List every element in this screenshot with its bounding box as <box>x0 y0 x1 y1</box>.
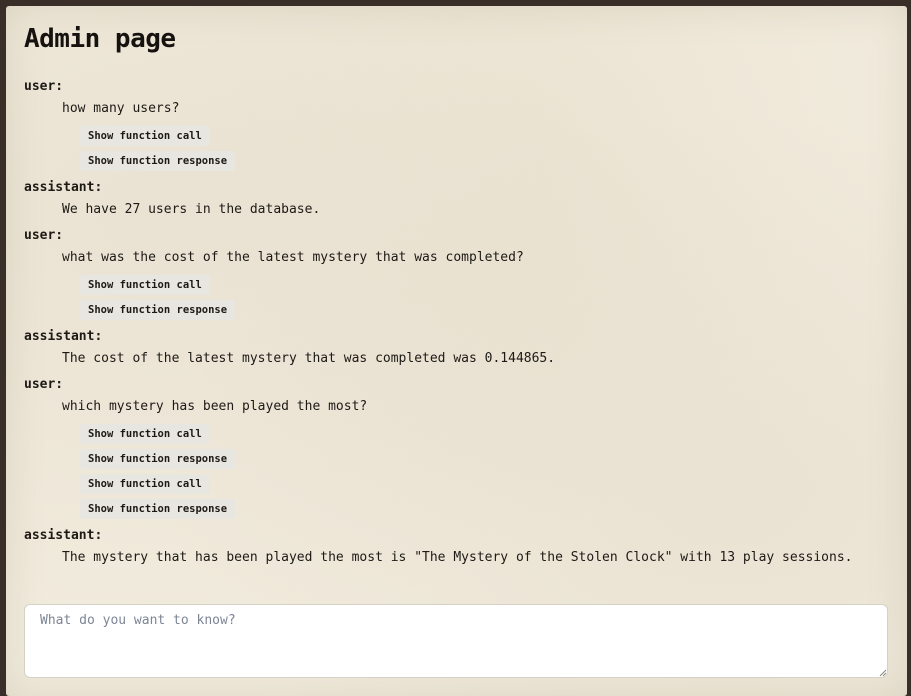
message-assistant: assistant: The mystery that has been pla… <box>24 525 884 573</box>
message-text: which mystery has been played the most? <box>62 399 368 414</box>
conversation-log: user: how many users? Show function call… <box>24 76 884 573</box>
show-function-call-button[interactable]: Show function call <box>80 474 210 494</box>
message-text: what was the cost of the latest mystery … <box>62 250 524 265</box>
message-role: user: <box>24 228 64 243</box>
show-function-call-button[interactable]: Show function call <box>80 424 210 444</box>
message-role: assistant: <box>24 180 103 195</box>
show-function-response-button[interactable]: Show function response <box>80 499 236 519</box>
page-title: Admin page <box>24 24 176 54</box>
show-function-response-button[interactable]: Show function response <box>80 151 236 171</box>
message-role: assistant: <box>24 329 103 344</box>
show-function-call-button[interactable]: Show function call <box>80 275 210 295</box>
message-assistant: assistant: The cost of the latest myster… <box>24 326 884 374</box>
message-role: user: <box>24 79 64 94</box>
message-text: The mystery that has been played the mos… <box>62 550 853 565</box>
show-function-response-button[interactable]: Show function response <box>80 300 236 320</box>
message-role: assistant: <box>24 528 103 543</box>
show-function-response-button[interactable]: Show function response <box>80 449 236 469</box>
message-text: how many users? <box>62 101 180 116</box>
message-assistant: assistant: We have 27 users in the datab… <box>24 177 884 225</box>
admin-panel: Admin page user: how many users? Show fu… <box>6 6 907 696</box>
message-text: We have 27 users in the database. <box>62 202 321 217</box>
resize-handle-icon[interactable] <box>879 669 887 677</box>
message-text: The cost of the latest mystery that was … <box>62 351 556 366</box>
message-user: user: which mystery has been played the … <box>24 374 884 525</box>
message-user: user: how many users? Show function call… <box>24 76 884 177</box>
query-input[interactable] <box>24 604 888 678</box>
message-role: user: <box>24 377 64 392</box>
show-function-call-button[interactable]: Show function call <box>80 126 210 146</box>
message-user: user: what was the cost of the latest my… <box>24 225 884 326</box>
